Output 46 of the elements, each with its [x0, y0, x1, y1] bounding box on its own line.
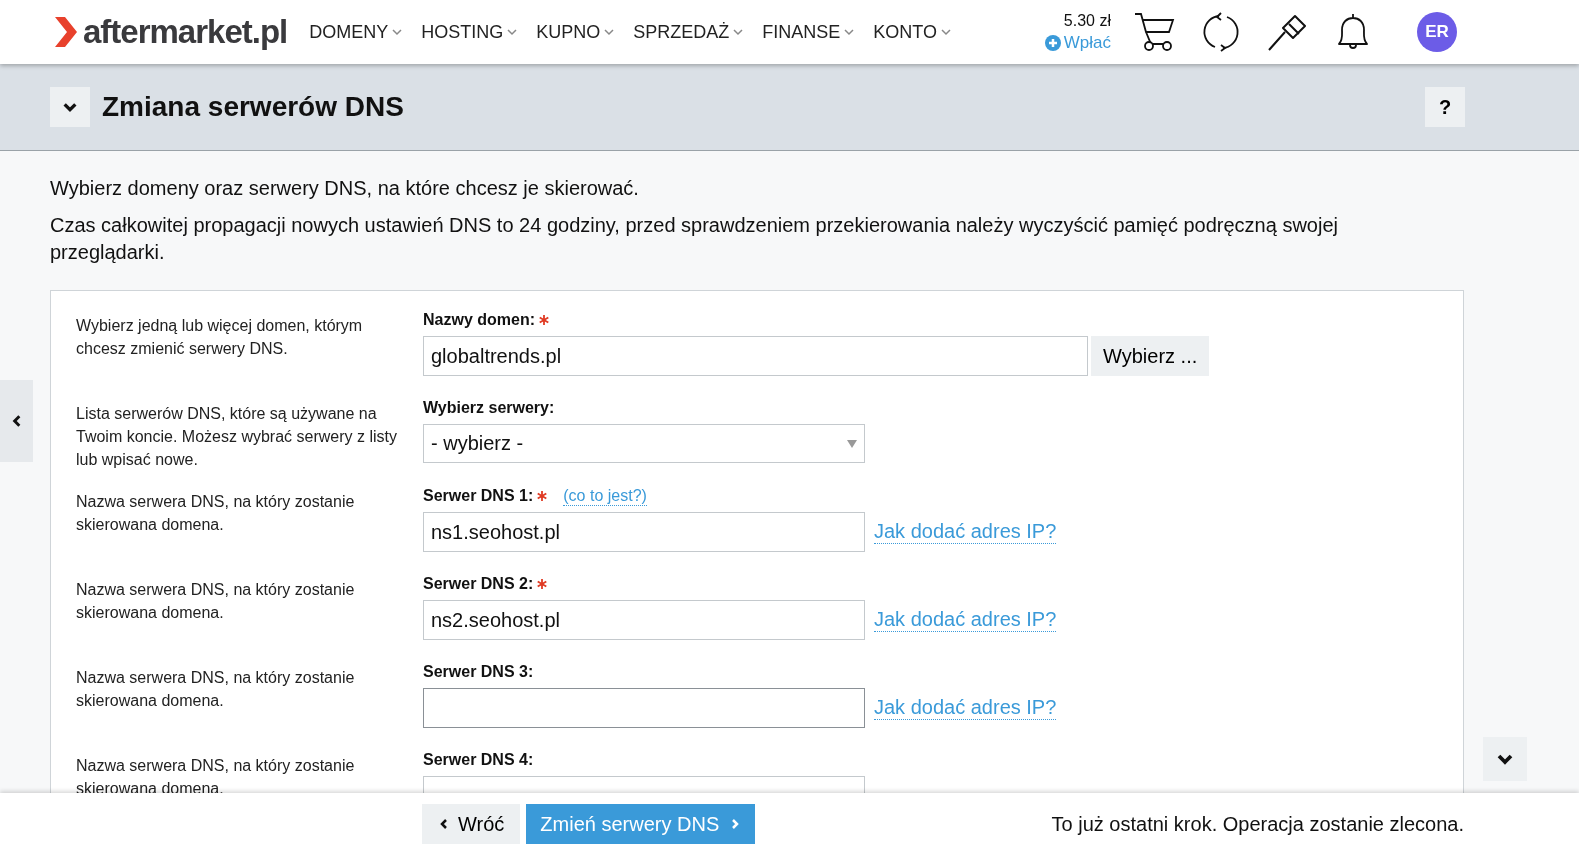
- nav-menu-item[interactable]: KONTO: [873, 21, 953, 43]
- servers-select[interactable]: - wybierz -: [423, 424, 865, 463]
- field-label: Serwer DNS 1:: [423, 487, 534, 505]
- side-panel-toggle[interactable]: [0, 380, 33, 462]
- field-label: Serwer DNS 4:: [423, 751, 534, 769]
- nav-menu-item[interactable]: KUPNO: [536, 21, 616, 43]
- collapse-button[interactable]: [50, 87, 90, 127]
- field-description: Nazwa serwera DNS, na który zostanie skierowana domena.: [76, 492, 356, 535]
- field-description: Wybierz jedną lub więcej domen, którym chcesz zmienić serwery DNS.: [76, 316, 364, 359]
- field-label: Serwer DNS 3:: [423, 663, 534, 681]
- field-description: Nazwa serwera DNS, na który zostanie skierowana domena.: [76, 668, 356, 711]
- footer-note: To już ostatni krok. Operacja zostanie zlecona.: [1051, 812, 1464, 836]
- chevron-down-icon: [940, 26, 953, 38]
- user-avatar[interactable]: ER: [1417, 12, 1457, 52]
- balance-amount: 5.30 zł: [1063, 11, 1111, 31]
- scroll-down-button[interactable]: [1483, 737, 1527, 781]
- field-description: Lista serwerów DNS, które są używane na Twoim koncie. Możesz wybrać serwery z listy lub wpisać nowe.: [76, 404, 398, 470]
- nav-menu-item[interactable]: SPRZEDAŻ: [633, 21, 745, 43]
- field-label: Nazwy domen:: [423, 311, 535, 329]
- domains-input[interactable]: globaltrends.pl: [423, 336, 1088, 376]
- chevron-down-icon: [506, 26, 519, 38]
- chevron-down-icon: [732, 26, 745, 38]
- field-label: Serwer DNS 2:: [423, 575, 534, 593]
- dns-server-input[interactable]: [423, 688, 865, 728]
- cart-icon[interactable]: [1133, 10, 1177, 54]
- field-description: Nazwa serwera DNS, na który zostanie skierowana domena.: [76, 580, 356, 623]
- chevron-down-icon: [603, 26, 616, 38]
- field-label: Wybierz serwery:: [423, 399, 555, 417]
- dropdown-triangle-icon: [847, 439, 857, 448]
- chevron-down-icon: [843, 26, 856, 38]
- back-button[interactable]: Wróć: [422, 804, 521, 844]
- nav-menu-item[interactable]: FINANSE: [762, 21, 856, 43]
- intro-text: Wybierz domeny oraz serwery DNS, na które chcesz je skierować.: [50, 176, 640, 201]
- dns-server-input[interactable]: ns2.seohost.pl: [423, 600, 865, 640]
- nav-menu-item[interactable]: DOMENY: [309, 21, 404, 43]
- help-button[interactable]: ?: [1425, 87, 1465, 127]
- intro-text: Czas całkowitej propagacji nowych ustawień DNS to 24 godziny, przed sprawdzeniem przekierowania należy wyczyścić pamięć podręczną swojej przeglądarki.: [50, 213, 1339, 265]
- nav-menu-item[interactable]: HOSTING: [421, 21, 519, 43]
- page-title: Zmiana serwerów DNS: [102, 91, 404, 123]
- plus-icon: [1044, 35, 1061, 51]
- logo[interactable]: aftermarket.pl: [83, 13, 288, 51]
- choose-button[interactable]: Wybierz ...: [1091, 336, 1210, 376]
- chevron-left-icon: [438, 818, 450, 830]
- dns-server-input[interactable]: ns1.seohost.pl: [423, 512, 865, 552]
- logo-chevron-icon: [53, 17, 77, 47]
- chevron-down-icon: [391, 26, 404, 38]
